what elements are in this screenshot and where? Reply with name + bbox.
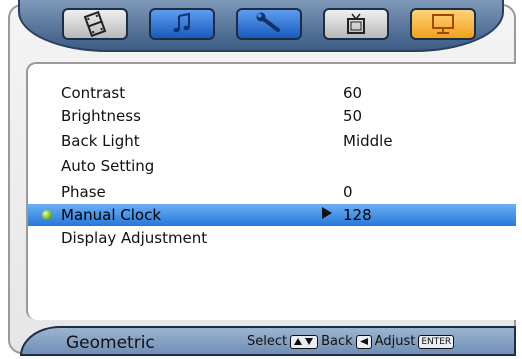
menu-item-manual-clock[interactable]: Manual Clock 128 bbox=[28, 204, 516, 226]
adjust-hint-label: Adjust bbox=[374, 334, 416, 349]
menu-item-back-light[interactable]: Back Light Middle bbox=[28, 130, 516, 152]
film-icon bbox=[83, 11, 107, 37]
tab-picture[interactable] bbox=[62, 8, 128, 40]
menu-item-label: Auto Setting bbox=[61, 157, 155, 175]
arrow-right-icon bbox=[321, 206, 333, 224]
menu-item-label: Manual Clock bbox=[61, 206, 162, 224]
menu-item-value: 60 bbox=[343, 84, 363, 102]
menu-item-value: 128 bbox=[343, 206, 372, 224]
tab-setup[interactable] bbox=[236, 8, 302, 40]
tv-icon bbox=[347, 13, 365, 34]
menu-item-value: 50 bbox=[343, 107, 363, 125]
menu-item-label: Brightness bbox=[61, 107, 141, 125]
menu-item-value: Middle bbox=[343, 132, 393, 150]
menu-tab-bar bbox=[18, 0, 504, 52]
menu-item-label: Back Light bbox=[61, 132, 140, 150]
tab-pc[interactable] bbox=[410, 8, 476, 40]
status-bar: Geometric Select Back Adjust ENTER bbox=[20, 326, 516, 356]
menu-item-contrast[interactable]: Contrast 60 bbox=[28, 82, 516, 104]
menu-item-value: 0 bbox=[343, 183, 353, 201]
enter-key: ENTER bbox=[418, 334, 455, 349]
up-down-keys-icon bbox=[290, 334, 319, 349]
selected-indicator-icon bbox=[42, 210, 52, 220]
menu-panel: Contrast 60 Brightness 50 Back Light Mid… bbox=[26, 62, 516, 320]
menu-item-auto-setting[interactable]: Auto Setting bbox=[28, 155, 516, 177]
wrench-icon bbox=[256, 12, 280, 32]
tab-tv[interactable] bbox=[323, 8, 389, 40]
menu-item-display-adjustment[interactable]: Display Adjustment bbox=[28, 227, 516, 249]
back-hint-label: Back bbox=[321, 334, 353, 349]
menu-item-brightness[interactable]: Brightness 50 bbox=[28, 105, 516, 127]
menu-item-label: Phase bbox=[61, 183, 106, 201]
menu-section-title: Geometric bbox=[66, 333, 155, 353]
tab-audio[interactable] bbox=[149, 8, 215, 40]
left-key-icon bbox=[355, 334, 372, 349]
monitor-icon bbox=[432, 14, 454, 34]
menu-item-label: Display Adjustment bbox=[61, 229, 208, 247]
key-hints: Select Back Adjust ENTER bbox=[247, 334, 455, 349]
select-hint-label: Select bbox=[247, 334, 288, 349]
menu-item-label: Contrast bbox=[61, 84, 126, 102]
menu-item-phase[interactable]: Phase 0 bbox=[28, 181, 516, 203]
music-note-icon bbox=[173, 12, 190, 33]
